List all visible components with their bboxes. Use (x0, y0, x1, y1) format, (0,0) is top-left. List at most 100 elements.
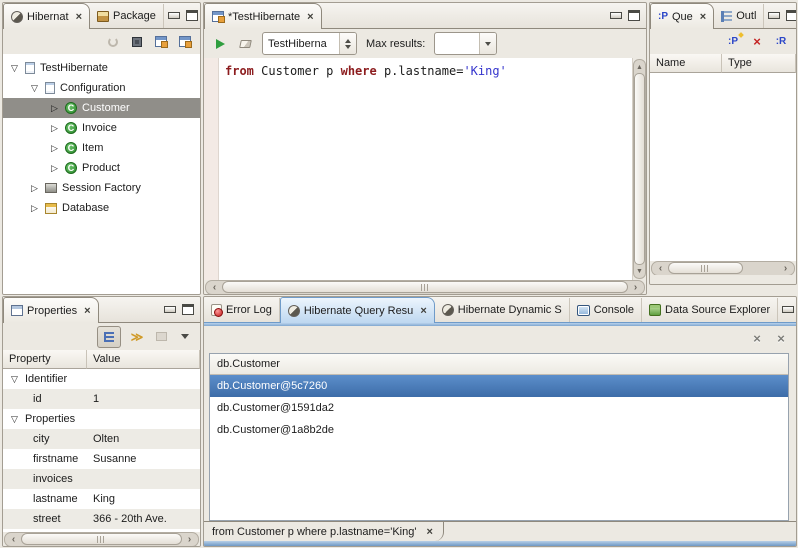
expand-icon[interactable]: ▷ (29, 203, 40, 214)
minimize-icon[interactable] (768, 12, 780, 19)
minimize-icon[interactable] (610, 12, 622, 19)
open-criteria-editor-button[interactable] (177, 33, 193, 51)
view-menu-button[interactable] (177, 328, 193, 346)
scroll-right-icon[interactable]: › (182, 534, 197, 545)
expand-icon[interactable]: ▷ (49, 143, 60, 154)
hql-query-text[interactable]: from Customer p where p.lastname='King' (219, 58, 632, 280)
maximize-icon[interactable] (186, 10, 198, 21)
tree-item-testhibernate[interactable]: ▽ TestHibernate (3, 58, 200, 78)
scroll-up-icon[interactable]: ▲ (636, 61, 643, 73)
close-all-results-button[interactable]: × (773, 330, 789, 348)
expand-icon[interactable]: ▷ (29, 183, 40, 194)
editor-vertical-scrollbar[interactable]: ▲ ▼ (632, 58, 646, 280)
minimize-icon[interactable] (168, 12, 180, 19)
tab-package-explorer[interactable]: Package (90, 4, 164, 28)
scrollbar-thumb[interactable] (668, 262, 743, 274)
maximize-icon[interactable] (628, 10, 640, 21)
refresh-button[interactable] (105, 33, 121, 51)
tab-error-log[interactable]: Error Log (204, 298, 280, 322)
add-configuration-button[interactable] (129, 33, 145, 51)
add-parameter-button[interactable]: :P (725, 33, 741, 51)
property-row-lastname[interactable]: lastname King (3, 489, 200, 509)
scrollbar-track[interactable]: ▲ ▼ (633, 59, 646, 279)
expand-icon[interactable]: ▽ (29, 83, 40, 94)
column-header-name[interactable]: Name (650, 54, 722, 73)
run-query-button[interactable] (212, 35, 228, 53)
tree-item-configuration[interactable]: ▽ Configuration (3, 78, 200, 98)
column-header-property[interactable]: Property (3, 350, 87, 369)
close-icon[interactable]: × (76, 12, 82, 22)
property-row-id[interactable]: id 1 (3, 389, 200, 409)
show-advanced-properties-button[interactable]: ≫ (129, 328, 145, 346)
property-row-street[interactable]: street 366 - 20th Ave. (3, 509, 200, 529)
close-icon[interactable]: × (700, 12, 706, 22)
show-categories-button[interactable] (97, 326, 121, 348)
tab-outline[interactable]: Outl (714, 4, 764, 28)
results-column-header[interactable]: db.Customer (210, 354, 788, 375)
property-row-city[interactable]: city Olten (3, 429, 200, 449)
scrollbar-thumb[interactable] (222, 281, 628, 293)
parameters-horizontal-scrollbar[interactable]: ‹ › (650, 261, 796, 275)
expand-icon[interactable]: ▷ (49, 123, 60, 134)
minimize-icon[interactable] (782, 306, 794, 313)
scroll-left-icon[interactable]: ‹ (653, 263, 668, 274)
scroll-left-icon[interactable]: ‹ (6, 534, 21, 545)
tab-testhibernate-editor[interactable]: *TestHibernate × (204, 3, 322, 29)
property-row-identifier[interactable]: ▽Identifier (3, 369, 200, 389)
restore-default-button[interactable] (153, 328, 169, 346)
close-icon[interactable]: × (426, 527, 432, 537)
close-result-button[interactable]: × (749, 330, 765, 348)
tree-item-product[interactable]: ▷ Product (3, 158, 200, 178)
property-row-invoices[interactable]: invoices (3, 469, 200, 489)
maximize-icon[interactable] (786, 10, 797, 21)
combo-dropdown-button[interactable] (479, 33, 496, 54)
parameters-table-body[interactable] (650, 73, 796, 261)
tab-data-source-explorer[interactable]: Data Source Explorer (642, 298, 778, 322)
properties-horizontal-scrollbar[interactable]: ‹ › (3, 532, 200, 546)
scrollbar-thumb[interactable] (634, 73, 645, 265)
clear-editor-button[interactable] (237, 35, 253, 53)
max-results-combo[interactable] (434, 32, 497, 55)
scroll-down-icon[interactable]: ▼ (636, 265, 643, 277)
maximize-icon[interactable] (182, 304, 194, 315)
scroll-left-icon[interactable]: ‹ (207, 282, 222, 293)
tree-item-item[interactable]: ▷ Item (3, 138, 200, 158)
tree-item-customer[interactable]: ▷ Customer (3, 98, 200, 118)
scrollbar-track[interactable]: ‹ › (205, 280, 645, 295)
tab-hibernate-query-results[interactable]: Hibernate Query Resu × (280, 297, 435, 323)
tab-properties[interactable]: Properties × (3, 297, 99, 323)
tree-item-invoice[interactable]: ▷ Invoice (3, 118, 200, 138)
tab-result-query[interactable]: from Customer p where p.lastname='King' … (204, 522, 444, 541)
expand-icon[interactable]: ▷ (49, 103, 60, 114)
column-header-type[interactable]: Type (722, 54, 796, 73)
scrollbar-thumb[interactable] (21, 533, 182, 545)
connection-combo[interactable]: TestHiberna (262, 32, 357, 55)
result-row[interactable]: db.Customer@1a8b2de (210, 419, 788, 441)
column-header-value[interactable]: Value (87, 350, 200, 369)
expand-icon[interactable]: ▽ (9, 63, 20, 74)
tree-item-database[interactable]: ▷ Database (3, 198, 200, 218)
expand-icon[interactable]: ▽ (9, 414, 20, 425)
tab-query-parameters[interactable]: :P Que × (650, 3, 714, 29)
result-row[interactable]: db.Customer@1591da2 (210, 397, 788, 419)
editor-horizontal-scrollbar[interactable]: ‹ › (204, 280, 646, 294)
close-icon[interactable]: × (307, 12, 313, 22)
remove-parameter-button[interactable]: × (749, 33, 765, 51)
tab-hibernate-configurations[interactable]: Hibernat × (3, 3, 90, 29)
tree-item-session-factory[interactable]: ▷ Session Factory (3, 178, 200, 198)
expand-icon[interactable]: ▽ (9, 374, 20, 385)
minimize-icon[interactable] (164, 306, 176, 313)
combo-spinner[interactable] (339, 33, 356, 54)
tab-hibernate-dynamic-sql[interactable]: Hibernate Dynamic S (435, 298, 570, 322)
rename-parameter-button[interactable]: :R (773, 33, 789, 51)
property-row-properties[interactable]: ▽Properties (3, 409, 200, 429)
scroll-right-icon[interactable]: › (628, 282, 643, 293)
expand-icon[interactable]: ▷ (49, 163, 60, 174)
open-query-editor-button[interactable] (153, 33, 169, 51)
close-icon[interactable]: × (84, 306, 90, 316)
result-row[interactable]: db.Customer@5c7260 (210, 375, 788, 397)
scrollbar-track[interactable]: ‹ › (4, 532, 199, 547)
scroll-right-icon[interactable]: › (778, 263, 793, 274)
property-row-firstname[interactable]: firstname Susanne (3, 449, 200, 469)
tab-console[interactable]: Console (570, 298, 642, 322)
